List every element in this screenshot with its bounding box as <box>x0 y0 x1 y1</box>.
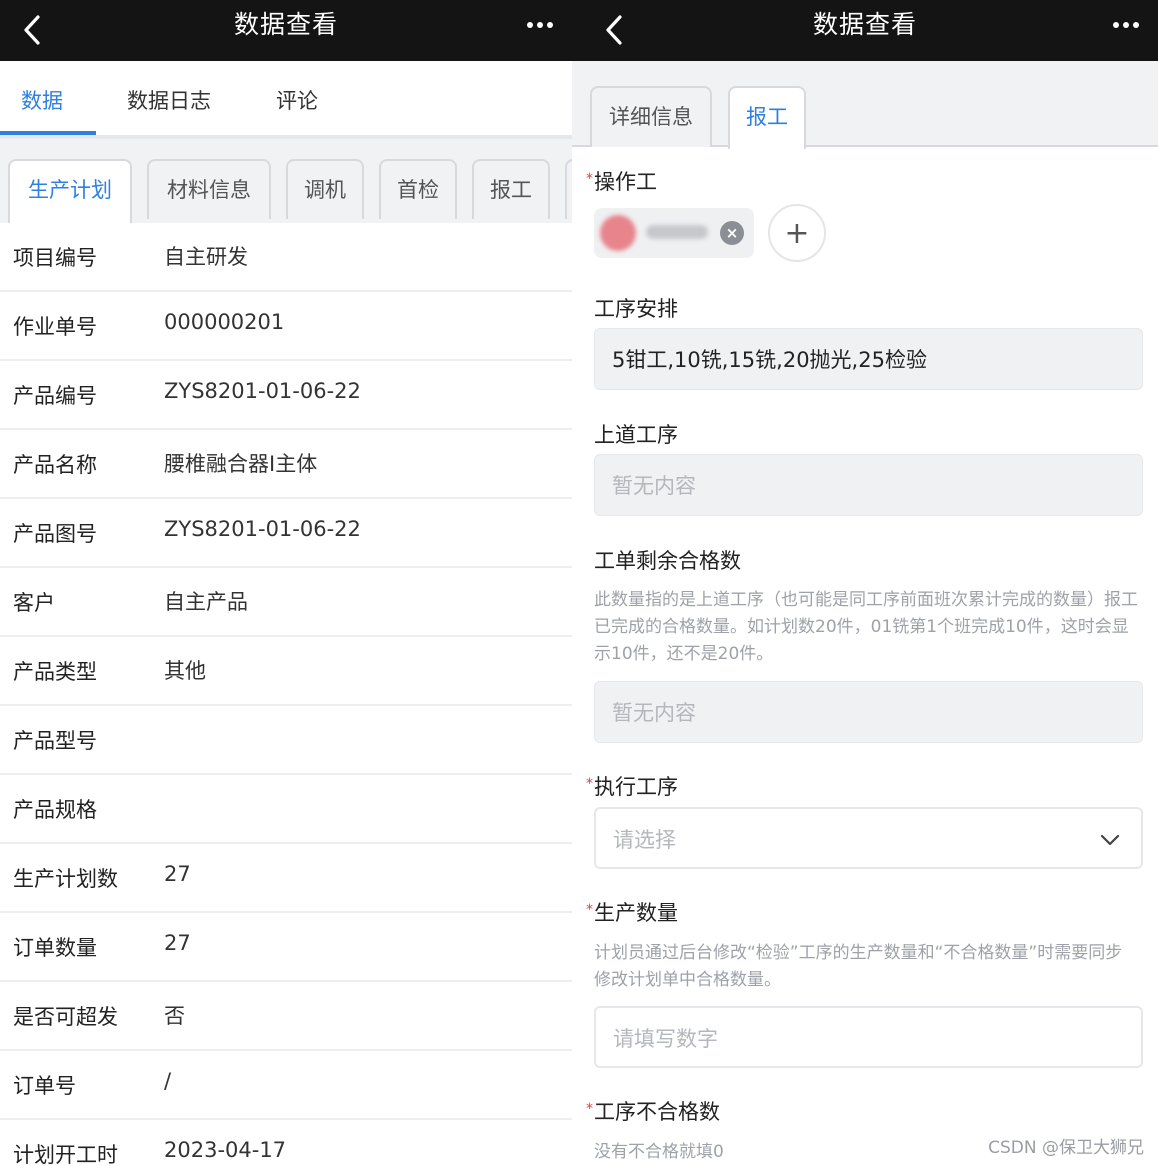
qty-description: 计划员通过后台修改“检验”工序的生产数量和“不合格数量”时需要同步修改计划单中合… <box>594 943 1123 990</box>
more-dots-icon <box>527 22 533 28</box>
field-value: 腰椎融合器I主体 <box>164 452 318 476</box>
data-view-screen-right: 数据查看 详细信息 报工 *操作工 × + 工序安排 5钳工,10铣,15铣,2… <box>572 0 1158 1166</box>
process-field: 5钳工,10铣,15铣,20抛光,25检验 <box>594 328 1143 390</box>
prev-process-field: 暂无内容 <box>594 454 1143 516</box>
watermark: CSDN @保卫大狮兄 <box>988 1138 1144 1158</box>
field-label: 产品类型 <box>13 660 97 684</box>
list-item: 产品名称 腰椎融合器I主体 <box>0 430 572 499</box>
tab-data-log[interactable]: 数据日志 <box>127 85 211 115</box>
add-operator-button[interactable]: + <box>768 204 826 262</box>
tab-comments[interactable]: 评论 <box>276 85 318 115</box>
remaining-description: 此数量指的是上道工序（也可能是同工序前面班次累计完成的数量）报工已完成的合格数量… <box>594 590 1138 664</box>
list-item: 作业单号 000000201 <box>0 292 572 361</box>
remaining-field: 暂无内容 <box>594 681 1143 743</box>
tab-data[interactable]: 数据 <box>21 85 63 115</box>
field-value: 否 <box>164 1004 185 1028</box>
detail-tabs: 详细信息 报工 <box>572 61 1158 149</box>
chevron-down-icon <box>1100 834 1120 846</box>
qty-label: *生产数量 <box>586 901 678 925</box>
operator-chip: × <box>594 208 754 258</box>
prev-process-label: 上道工序 <box>594 423 678 447</box>
process-label: 工序安排 <box>594 297 678 321</box>
defect-label: *工序不合格数 <box>586 1100 720 1124</box>
field-label: 项目编号 <box>13 246 97 270</box>
top-bar: 数据查看 <box>572 0 1158 61</box>
list-item: 订单号 / <box>0 1051 572 1120</box>
field-label: 产品型号 <box>13 729 97 753</box>
field-label: 产品图号 <box>13 522 97 546</box>
avatar <box>600 215 636 251</box>
qty-input[interactable]: 请填写数字 <box>594 1006 1143 1068</box>
exec-process-select[interactable]: 请选择 <box>594 807 1143 869</box>
field-value: ZYS8201-01-06-22 <box>164 517 361 541</box>
more-dots-icon <box>1113 22 1119 28</box>
list-item: 项目编号 自主研发 <box>0 223 572 292</box>
list-item: 是否可超发 否 <box>0 982 572 1051</box>
field-label: 客户 <box>13 591 55 615</box>
field-label: 生产计划数 <box>13 867 118 891</box>
list-item: 产品规格 <box>0 775 572 844</box>
field-label: 订单数量 <box>13 936 97 960</box>
page-title: 数据查看 <box>233 10 338 39</box>
field-value: 自主研发 <box>164 245 248 269</box>
main-tabs: 数据 数据日志 评论 <box>0 61 572 139</box>
field-label: 计划开工时 <box>13 1143 118 1166</box>
field-label: 产品编号 <box>13 384 97 408</box>
list-item: 产品型号 <box>0 706 572 775</box>
more-menu-button[interactable] <box>1106 8 1146 42</box>
remaining-placeholder: 暂无内容 <box>612 701 696 725</box>
field-label: 产品规格 <box>13 798 97 822</box>
exec-process-placeholder: 请选择 <box>613 828 676 852</box>
list-item: 生产计划数 27 <box>0 844 572 913</box>
page-title: 数据查看 <box>812 10 917 39</box>
operator-label: *操作工 <box>586 170 657 194</box>
list-item: 产品图号 ZYS8201-01-06-22 <box>0 499 572 568</box>
subtab-material-info[interactable]: 材料信息 <box>147 159 271 219</box>
subtab-production-plan[interactable]: 生产计划 <box>8 159 132 223</box>
list-item: 产品类型 其他 <box>0 637 572 706</box>
field-label: 订单号 <box>13 1074 76 1098</box>
subtab-first-inspection[interactable]: 首检 <box>379 159 457 219</box>
tab-report[interactable]: 报工 <box>728 86 806 149</box>
prev-process-placeholder: 暂无内容 <box>612 474 696 498</box>
list-item: 客户 自主产品 <box>0 568 572 637</box>
field-label: 作业单号 <box>13 315 97 339</box>
field-value: 自主产品 <box>164 590 248 614</box>
field-value: 27 <box>164 862 191 886</box>
process-value: 5钳工,10铣,15铣,20抛光,25检验 <box>612 348 927 372</box>
top-bar: 数据查看 <box>0 0 572 61</box>
field-value: 000000201 <box>164 310 285 334</box>
operator-name-redacted <box>646 225 708 239</box>
field-value: 27 <box>164 931 191 955</box>
field-value: 2023-04-17 <box>164 1138 287 1162</box>
remove-operator-button[interactable]: × <box>720 221 744 245</box>
list-item: 计划开工时 2023-04-17 <box>0 1120 572 1166</box>
data-view-screen-left: 数据查看 数据 数据日志 评论 生产计划 材料信息 调机 首检 报工 项目编号自… <box>0 0 572 1166</box>
active-tab-indicator <box>0 131 96 135</box>
field-value: / <box>164 1069 172 1093</box>
more-menu-button[interactable] <box>520 8 560 42</box>
field-value: ZYS8201-01-06-22 <box>164 379 361 403</box>
tab-detail-info[interactable]: 详细信息 <box>590 86 712 147</box>
field-value: 其他 <box>164 659 206 683</box>
field-label: 产品名称 <box>13 453 97 477</box>
exec-process-label: *执行工序 <box>586 775 678 799</box>
list-item: 产品编号 ZYS8201-01-06-22 <box>0 361 572 430</box>
list-item: 订单数量 27 <box>0 913 572 982</box>
field-label: 是否可超发 <box>13 1005 118 1029</box>
subtab-tuning[interactable]: 调机 <box>286 159 364 219</box>
subtab-overflow[interactable] <box>565 159 572 219</box>
remaining-label: 工单剩余合格数 <box>594 549 741 573</box>
sub-tabs: 生产计划 材料信息 调机 首检 报工 <box>0 139 572 223</box>
qty-placeholder: 请填写数字 <box>613 1027 718 1051</box>
subtab-report[interactable]: 报工 <box>472 159 550 219</box>
